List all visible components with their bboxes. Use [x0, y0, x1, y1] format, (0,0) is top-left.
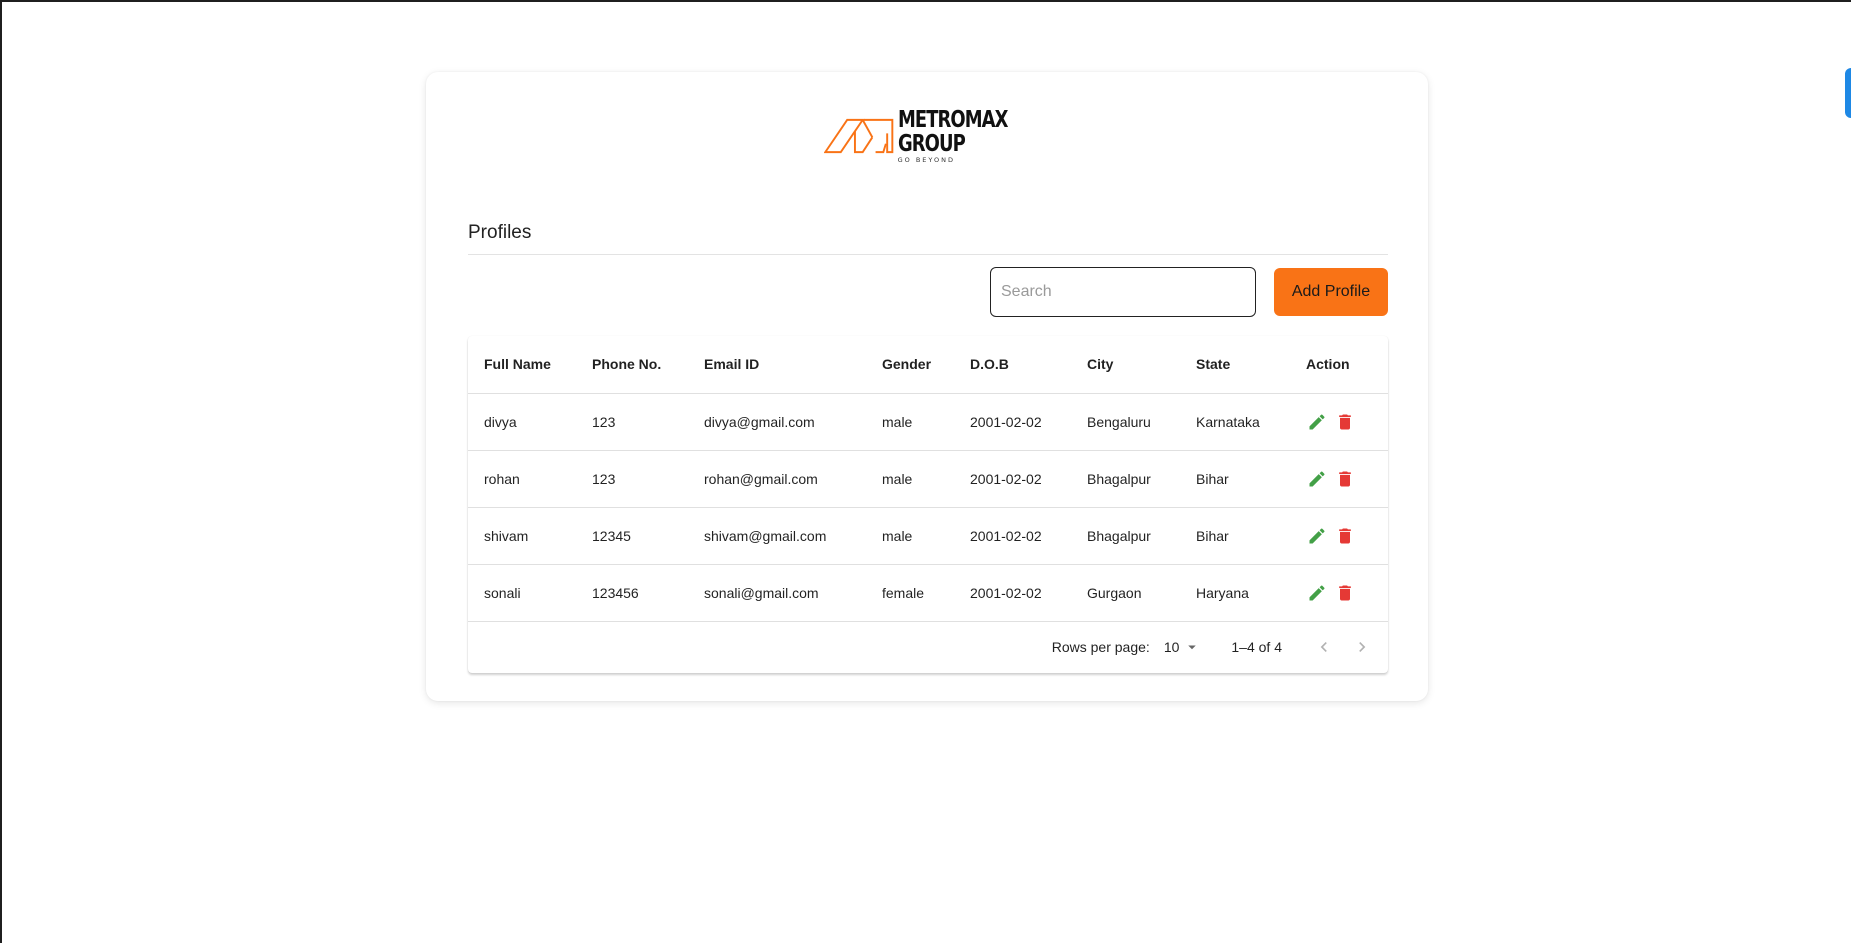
side-drawer-tab[interactable] — [1845, 68, 1851, 118]
table-pagination: Rows per page: 10 1–4 of 4 — [468, 621, 1388, 673]
brand-name-line2: GROUP — [897, 131, 966, 158]
table-row: sonali 123456 sonali@gmail.com female 20… — [468, 564, 1388, 622]
cell-gender: male — [866, 450, 954, 508]
delete-button[interactable] — [1334, 468, 1356, 490]
table-row: divya 123 divya@gmail.com male 2001-02-0… — [468, 393, 1388, 451]
column-header-full-name[interactable]: Full Name — [468, 336, 576, 394]
edit-button[interactable] — [1306, 411, 1328, 433]
title-divider — [468, 254, 1388, 255]
cell-email: sonali@gmail.com — [688, 564, 866, 622]
edit-button[interactable] — [1306, 582, 1328, 604]
cell-dob: 2001-02-02 — [954, 450, 1071, 508]
cell-state: Bihar — [1180, 507, 1290, 565]
column-header-action: Action — [1290, 336, 1388, 394]
pencil-icon — [1309, 413, 1325, 429]
cell-dob: 2001-02-02 — [954, 393, 1071, 451]
search-input[interactable] — [990, 267, 1256, 317]
column-header-state[interactable]: State — [1180, 336, 1290, 394]
cell-phone: 123 — [576, 393, 688, 451]
profiles-table: Full Name Phone No. Email ID Gender D.O.… — [468, 336, 1388, 622]
brand-name-line1: METROMAX — [897, 107, 1008, 134]
brand-logo: METROMAX GROUP GO BEYOND — [824, 106, 1038, 166]
cell-phone: 123456 — [576, 564, 688, 622]
table-row: rohan 123 rohan@gmail.com male 2001-02-0… — [468, 450, 1388, 508]
cell-email: divya@gmail.com — [688, 393, 866, 451]
cell-city: Bhagalpur — [1071, 450, 1180, 508]
add-profile-button[interactable]: Add Profile — [1274, 268, 1388, 316]
cell-state: Karnataka — [1180, 393, 1290, 451]
delete-button[interactable] — [1334, 525, 1356, 547]
trash-icon — [1339, 471, 1351, 486]
column-header-dob[interactable]: D.O.B — [954, 336, 1071, 394]
cell-email: rohan@gmail.com — [688, 450, 866, 508]
chevron-right-icon — [1359, 642, 1366, 652]
edit-button[interactable] — [1306, 525, 1328, 547]
metromax-logo-icon — [824, 118, 894, 154]
cell-city: Bengaluru — [1071, 393, 1180, 451]
cell-dob: 2001-02-02 — [954, 507, 1071, 565]
column-header-gender[interactable]: Gender — [866, 336, 954, 394]
next-page-button[interactable] — [1350, 635, 1374, 659]
column-header-phone[interactable]: Phone No. — [576, 336, 688, 394]
pencil-icon — [1309, 584, 1325, 600]
rows-per-page-value: 10 — [1163, 639, 1180, 655]
cell-action — [1290, 507, 1388, 565]
column-header-email[interactable]: Email ID — [688, 336, 866, 394]
profiles-table-container: Full Name Phone No. Email ID Gender D.O.… — [468, 336, 1388, 673]
cell-gender: female — [866, 564, 954, 622]
chevron-left-icon — [1320, 642, 1327, 652]
cell-action — [1290, 564, 1388, 622]
cell-full-name: divya — [468, 393, 576, 451]
cell-gender: male — [866, 393, 954, 451]
delete-button[interactable] — [1334, 411, 1356, 433]
cell-state: Haryana — [1180, 564, 1290, 622]
cell-full-name: rohan — [468, 450, 576, 508]
cell-action — [1290, 393, 1388, 451]
pagination-range: 1–4 of 4 — [1231, 639, 1282, 655]
brand-tagline: GO BEYOND — [897, 156, 956, 165]
column-header-city[interactable]: City — [1071, 336, 1180, 394]
pencil-icon — [1309, 470, 1325, 486]
delete-button[interactable] — [1334, 582, 1356, 604]
profiles-card: METROMAX GROUP GO BEYOND Profiles Add Pr… — [426, 72, 1428, 701]
cell-full-name: sonali — [468, 564, 576, 622]
pencil-icon — [1309, 527, 1325, 543]
trash-icon — [1339, 585, 1351, 600]
page-title: Profiles — [468, 222, 532, 243]
table-header-row: Full Name Phone No. Email ID Gender D.O.… — [468, 336, 1388, 394]
previous-page-button[interactable] — [1312, 635, 1336, 659]
cell-dob: 2001-02-02 — [954, 564, 1071, 622]
cell-action — [1290, 450, 1388, 508]
cell-state: Bihar — [1180, 450, 1290, 508]
cell-full-name: shivam — [468, 507, 576, 565]
cell-email: shivam@gmail.com — [688, 507, 866, 565]
cell-city: Gurgaon — [1071, 564, 1180, 622]
cell-phone: 123 — [576, 450, 688, 508]
rows-per-page-label: Rows per page: — [1051, 639, 1150, 655]
cell-gender: male — [866, 507, 954, 565]
cell-city: Bhagalpur — [1071, 507, 1180, 565]
trash-icon — [1339, 528, 1351, 543]
rows-per-page-select[interactable]: 10 — [1164, 638, 1202, 656]
cell-phone: 12345 — [576, 507, 688, 565]
edit-button[interactable] — [1306, 468, 1328, 490]
table-row: shivam 12345 shivam@gmail.com male 2001-… — [468, 507, 1388, 565]
caret-down-icon — [1188, 645, 1197, 650]
trash-icon — [1339, 414, 1351, 429]
